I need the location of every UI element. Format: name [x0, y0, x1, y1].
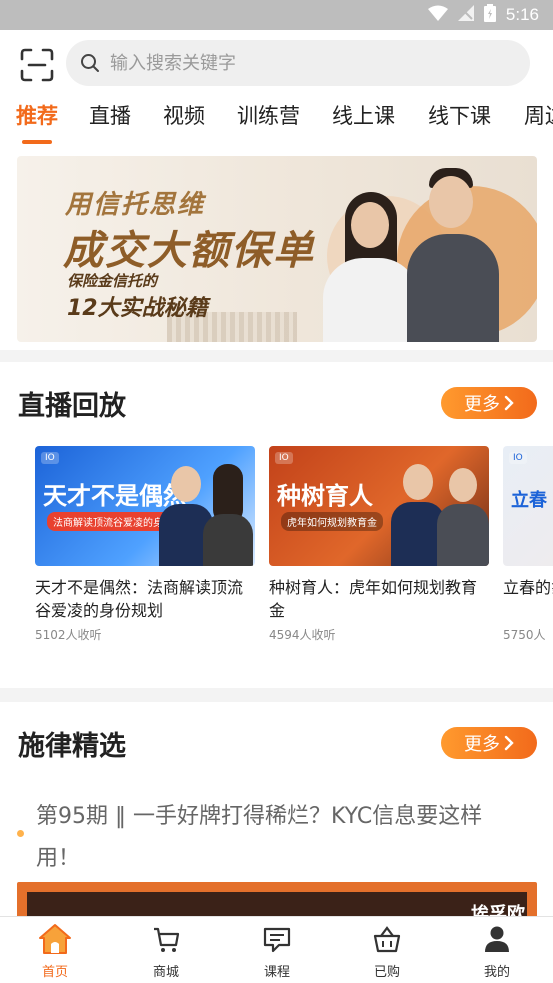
nav-course[interactable]: 课程 [237, 923, 317, 980]
article-title[interactable]: 第95期 ‖ 一手好牌打得稀烂？KYC信息要这样用！ [36, 796, 526, 880]
nav-home[interactable]: 首页 [15, 923, 95, 980]
brand-logo: IO [275, 452, 293, 464]
card-title: 立春的象更 [503, 578, 553, 597]
tab-training-camp[interactable]: 训练营 [237, 100, 300, 130]
search-icon [81, 54, 99, 72]
active-tab-indicator [22, 140, 52, 144]
listen-count: 5750人 [503, 628, 546, 642]
category-tabs: 推荐 直播 视频 训练营 线上课 线下课 周边 [0, 96, 553, 146]
card-thumbnail: IO 种树育人 虎年如何规划教育金 [269, 446, 489, 566]
card-title: 种树育人：虎年如何规划教育金 [269, 578, 478, 620]
featured-more-button[interactable]: 更多 [441, 727, 537, 759]
signal-icon [457, 5, 474, 25]
course-icon [263, 927, 291, 953]
scan-icon [20, 48, 54, 82]
listen-count: 5102人收听 [35, 628, 102, 642]
search-input[interactable] [110, 52, 490, 74]
search-bar[interactable] [66, 40, 530, 86]
card-title: 天才不是偶然：法商解读顶流谷爱凌的身份规划 [35, 578, 244, 620]
live-replay-list: IO 天才不是偶然 法商解读顶流谷爱凌的身份规划 天才不是偶然：法商解读顶流谷爱… [35, 446, 553, 656]
profile-icon [485, 926, 509, 952]
wifi-icon [427, 5, 448, 25]
chevron-right-icon [504, 735, 514, 751]
home-icon [39, 924, 71, 954]
basket-icon [373, 926, 401, 953]
brand-logo: IO [41, 452, 59, 464]
section-title: 直播回放 [18, 391, 126, 422]
banner-line3: 保险金信托的 [67, 272, 158, 290]
article-image[interactable]: 埃孚欧 [17, 882, 537, 916]
bottom-nav: 首页 商城 课程 已购 我的 [0, 916, 553, 983]
card-thumbnail: IO 天才不是偶然 法商解读顶流谷爱凌的身份规划 [35, 446, 255, 566]
banner-line1: 用信托思维 [65, 190, 206, 220]
tab-recommend[interactable]: 推荐 [16, 100, 58, 130]
banner-section: 用信托思维 成交大额保单 保险金信托的 12大实战秘籍 [0, 146, 553, 350]
cart-icon [154, 927, 180, 952]
card-thumbnail: IO 立春 [503, 446, 553, 566]
nav-mall[interactable]: 商城 [126, 923, 206, 980]
tab-merch[interactable]: 周边 [524, 100, 553, 130]
nav-purchased[interactable]: 已购 [347, 923, 427, 980]
featured-section: 施律精选 更多 第95期 ‖ 一手好牌打得稀烂？KYC信息要这样用！ 埃孚欧 [0, 702, 553, 916]
listen-count: 4594人收听 [269, 628, 336, 642]
banner-line4: 12大实战秘籍 [67, 296, 208, 321]
chevron-right-icon [504, 395, 514, 411]
live-replay-card[interactable]: IO 立春 立春的象更 5750人 [503, 446, 553, 643]
article-image-brand: 埃孚欧 [471, 904, 525, 916]
header: 推荐 直播 视频 训练营 线上课 线下课 周边 [0, 30, 553, 146]
status-time: 5:16 [505, 5, 539, 24]
live-replay-card[interactable]: IO 种树育人 虎年如何规划教育金 种树育人：虎年如何规划教育金 4594人收听 [269, 446, 489, 643]
article-bullet-icon [17, 830, 24, 837]
live-replay-more-button[interactable]: 更多 [441, 387, 537, 419]
scan-button[interactable] [18, 46, 56, 84]
tab-offline-course[interactable]: 线下课 [428, 100, 491, 130]
live-replay-section: 直播回放 更多 IO 天才不是偶然 法商解读顶流谷爱凌的身份规划 天才不是偶然：… [0, 362, 553, 688]
tab-video[interactable]: 视频 [163, 100, 205, 130]
tab-online-course[interactable]: 线上课 [332, 100, 395, 130]
battery-icon [483, 4, 496, 26]
promo-banner[interactable]: 用信托思维 成交大额保单 保险金信托的 12大实战秘籍 [17, 156, 537, 342]
section-title: 施律精选 [18, 731, 126, 762]
tab-live[interactable]: 直播 [89, 100, 131, 130]
live-replay-card[interactable]: IO 天才不是偶然 法商解读顶流谷爱凌的身份规划 天才不是偶然：法商解读顶流谷爱… [35, 446, 255, 643]
brand-logo: IO [509, 452, 527, 464]
nav-profile[interactable]: 我的 [457, 923, 537, 980]
status-bar: 5:16 [0, 0, 553, 30]
banner-line2: 成交大额保单 [63, 228, 315, 274]
